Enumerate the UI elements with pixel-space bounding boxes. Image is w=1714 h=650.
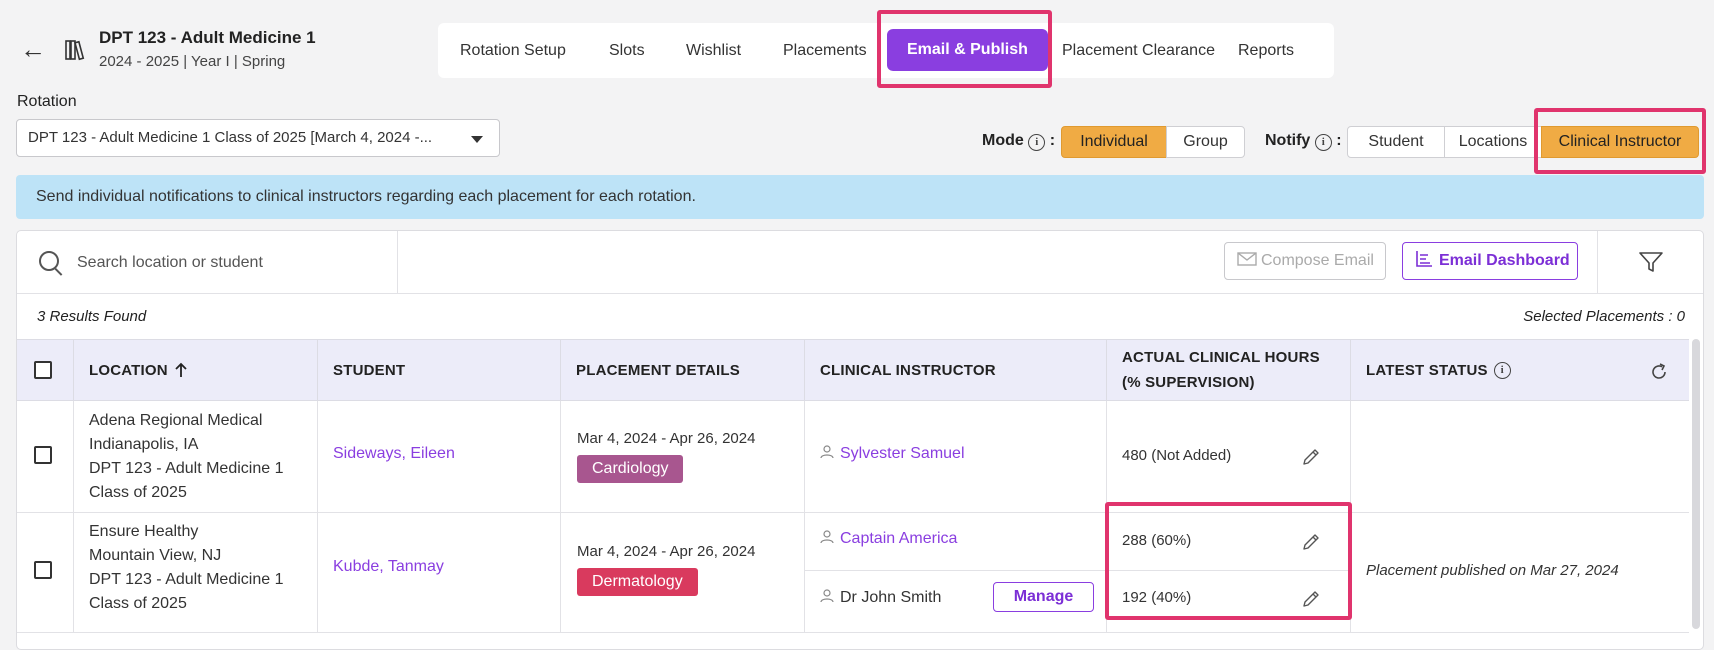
status-cell: Placement published on Mar 27, 2024 — [1351, 513, 1689, 632]
location-link[interactable]: Ensure Healthy — [89, 520, 317, 544]
refresh-icon[interactable] — [1649, 362, 1669, 382]
location-course: DPT 123 - Adult Medicine 1 — [89, 460, 284, 477]
student-link[interactable]: Kubde, Tanmay — [333, 558, 444, 576]
column-clinical-instructor: CLINICAL INSTRUCTOR — [805, 340, 1107, 400]
location-city: Indianapolis, IA — [89, 436, 199, 453]
tab-placements[interactable]: Placements — [783, 23, 867, 78]
instructor-entry: Dr John Smith Manage — [805, 570, 1107, 630]
clinical-instructor-cell: Sylvester Samuel — [805, 401, 1107, 512]
back-arrow-icon[interactable]: ← — [20, 36, 46, 62]
chevron-down-icon — [471, 136, 483, 143]
student-cell: Kubde, Tanmay — [318, 513, 561, 632]
placement-dates: Mar 4, 2024 - Apr 26, 2024 — [577, 430, 756, 447]
location-class: Class of 2025 — [89, 484, 187, 501]
highlight-box-hours — [1105, 502, 1352, 620]
pencil-icon[interactable] — [1301, 447, 1321, 467]
notify-locations[interactable]: Locations — [1444, 126, 1542, 158]
tab-rotation-setup[interactable]: Rotation Setup — [460, 23, 566, 78]
manage-button[interactable]: Manage — [993, 582, 1094, 612]
placements-panel: Compose Email Email Dashboard 3 Results … — [16, 230, 1704, 650]
student-cell: Sideways, Eileen — [318, 401, 561, 512]
info-icon[interactable]: i — [1028, 134, 1046, 151]
highlight-box-tab — [877, 10, 1052, 88]
table-row: Ensure Healthy Mountain View, NJ DPT 123… — [17, 513, 1689, 633]
hours-cell: 480 (Not Added) — [1107, 401, 1351, 512]
column-location[interactable]: LOCATION — [74, 340, 318, 400]
rotation-select[interactable]: DPT 123 - Adult Medicine 1 Class of 2025… — [16, 119, 500, 157]
compose-email-button[interactable]: Compose Email — [1224, 242, 1386, 280]
instructor-entry: Captain America — [805, 513, 1107, 571]
instructor-link[interactable]: Captain America — [840, 530, 957, 547]
sort-up-arrow-icon[interactable] — [174, 362, 188, 378]
email-dashboard-button[interactable]: Email Dashboard — [1402, 242, 1578, 280]
mode-group[interactable]: Group — [1166, 126, 1245, 158]
dashboard-icon — [1416, 251, 1432, 267]
row-checkbox[interactable] — [34, 446, 52, 464]
location-link[interactable]: Adena Regional Medical — [89, 409, 317, 433]
column-latest-status: LATEST STATUS i — [1351, 340, 1689, 400]
notify-student[interactable]: Student — [1347, 126, 1445, 158]
person-icon — [820, 530, 834, 544]
tab-placement-clearance[interactable]: Placement Clearance — [1062, 23, 1215, 78]
location-city: Mountain View, NJ — [89, 547, 222, 564]
location-cell: Ensure Healthy Mountain View, NJ DPT 123… — [74, 513, 318, 632]
info-icon[interactable]: i — [1493, 361, 1511, 379]
person-icon — [820, 589, 834, 603]
table-row: Adena Regional Medical Indianapolis, IA … — [17, 401, 1689, 513]
selected-count: Selected Placements : 0 — [1523, 308, 1685, 325]
search-box — [17, 231, 398, 293]
search-input[interactable] — [75, 247, 379, 279]
person-icon — [820, 445, 834, 459]
notify-label: Notify i : — [1265, 132, 1342, 151]
highlight-box-notify — [1534, 108, 1706, 174]
column-placement-details: PLACEMENT DETAILS — [561, 340, 805, 400]
filter-area — [1597, 231, 1703, 293]
toolbar-divider — [17, 293, 1703, 294]
tab-reports[interactable]: Reports — [1238, 23, 1294, 78]
status-text: Placement published on Mar 27, 2024 — [1366, 562, 1619, 579]
select-all-checkbox[interactable] — [34, 361, 52, 379]
rotation-label: Rotation — [17, 93, 77, 110]
location-class: Class of 2025 — [89, 595, 187, 612]
placement-dates: Mar 4, 2024 - Apr 26, 2024 — [577, 543, 756, 560]
info-banner: Send individual notifications to clinica… — [16, 175, 1704, 219]
instructor-link[interactable]: Sylvester Samuel — [840, 445, 965, 462]
filter-icon[interactable] — [1638, 250, 1664, 274]
status-cell — [1351, 401, 1689, 512]
column-student: STUDENT — [318, 340, 561, 400]
hours-value: 480 (Not Added) — [1122, 447, 1232, 464]
specialty-badge: Cardiology — [577, 455, 684, 483]
location-cell: Adena Regional Medical Indianapolis, IA … — [74, 401, 318, 512]
placement-details-cell: Mar 4, 2024 - Apr 26, 2024 Dermatology — [561, 513, 805, 632]
row-checkbox-cell — [17, 401, 74, 512]
rotation-select-value: DPT 123 - Adult Medicine 1 Class of 2025… — [28, 129, 433, 146]
clinical-instructor-cell: Captain America Dr John Smith Manage — [805, 513, 1107, 632]
tab-wishlist[interactable]: Wishlist — [686, 23, 741, 78]
instructor-entry: Sylvester Samuel — [820, 445, 965, 463]
course-title: DPT 123 - Adult Medicine 1 — [99, 28, 316, 47]
info-icon[interactable]: i — [1314, 134, 1332, 151]
tab-slots[interactable]: Slots — [609, 23, 645, 78]
row-checkbox-cell — [17, 513, 74, 632]
results-count: 3 Results Found — [37, 308, 147, 325]
placement-details-cell: Mar 4, 2024 - Apr 26, 2024 Cardiology — [561, 401, 805, 512]
course-subtitle: 2024 - 2025 | Year I | Spring — [99, 53, 286, 70]
mode-individual[interactable]: Individual — [1061, 126, 1167, 158]
location-course: DPT 123 - Adult Medicine 1 — [89, 571, 284, 588]
mode-label: Mode i : — [982, 132, 1056, 151]
table-scrollbar[interactable] — [1692, 339, 1700, 629]
header-checkbox-cell — [17, 340, 74, 400]
student-link[interactable]: Sideways, Eileen — [333, 445, 455, 463]
specialty-badge: Dermatology — [577, 568, 698, 596]
row-checkbox[interactable] — [34, 561, 52, 579]
column-actual-clinical-hours: ACTUAL CLINICAL HOURS (% SUPERVISION) — [1107, 340, 1351, 400]
table-header: LOCATION STUDENT PLACEMENT DETAILS CLINI… — [17, 339, 1689, 401]
books-icon — [65, 40, 85, 61]
envelope-icon — [1237, 252, 1257, 266]
instructor-name: Dr John Smith — [840, 589, 942, 606]
search-icon — [39, 251, 59, 271]
